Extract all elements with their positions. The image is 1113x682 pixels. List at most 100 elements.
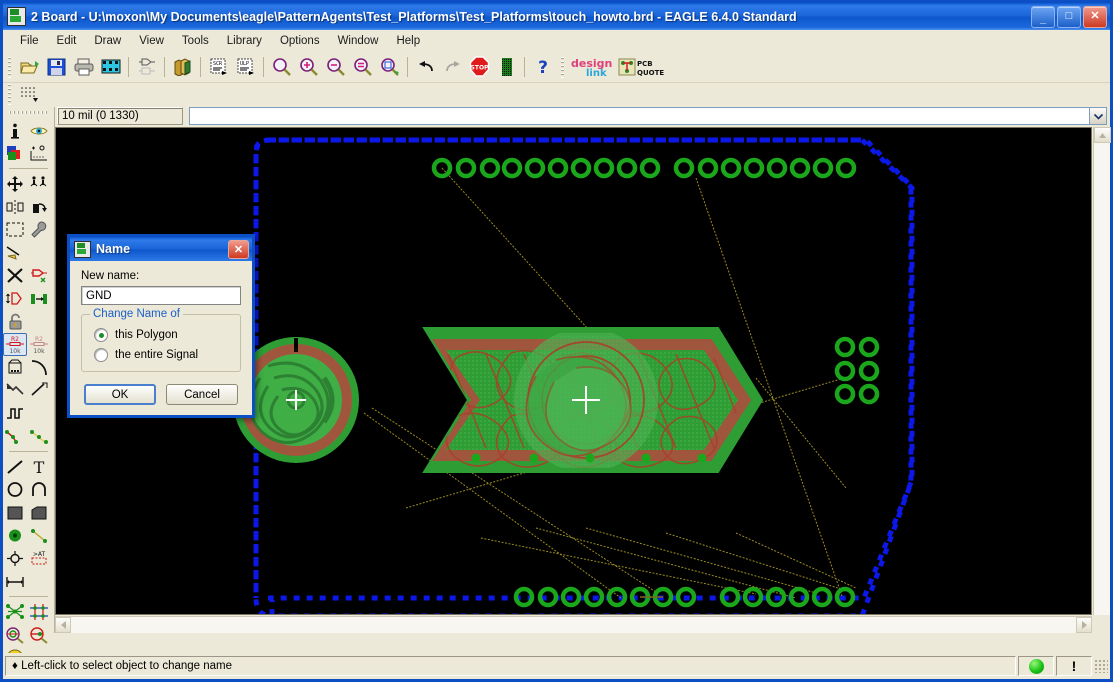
menu-item-window[interactable]: Window: [329, 33, 388, 49]
scroll-right-button[interactable]: [1076, 617, 1092, 633]
vertical-scrollbar[interactable]: [1093, 127, 1111, 615]
param-grip[interactable]: [6, 83, 13, 105]
name-dialog[interactable]: Name ✕ New name: GND Change Name of this…: [67, 234, 255, 418]
polygon-icon[interactable]: [27, 501, 51, 524]
via-icon[interactable]: [3, 524, 27, 547]
open-icon[interactable]: [17, 55, 42, 79]
menu-item-library[interactable]: Library: [218, 33, 271, 49]
display-layers-icon[interactable]: [3, 142, 27, 165]
toolbar-grip-2[interactable]: [559, 55, 566, 78]
circle-icon[interactable]: [3, 478, 27, 501]
erc-icon[interactable]: [27, 623, 51, 646]
mark-icon[interactable]: [27, 142, 51, 165]
menu-bar: File Edit Draw View Tools Library Option…: [3, 30, 1110, 51]
close-button[interactable]: ✕: [1083, 5, 1107, 28]
optimize-icon[interactable]: [27, 379, 51, 402]
radio-entire-signal[interactable]: the entire Signal: [94, 348, 232, 362]
zoom-out-icon[interactable]: [323, 55, 348, 79]
library-icon[interactable]: [170, 55, 195, 79]
cancel-button[interactable]: Cancel: [166, 384, 238, 405]
grid-icon[interactable]: [17, 82, 42, 106]
change-select-icon[interactable]: [3, 218, 27, 241]
hole-icon[interactable]: [3, 547, 27, 570]
designlink-button[interactable]: design link: [570, 55, 616, 79]
redo-icon[interactable]: [440, 55, 465, 79]
route-icon[interactable]: [3, 402, 27, 425]
rect-icon[interactable]: [3, 501, 27, 524]
print-icon[interactable]: [71, 55, 96, 79]
ok-button[interactable]: OK: [84, 384, 156, 405]
zoom-redraw-icon[interactable]: [350, 55, 375, 79]
menu-item-view[interactable]: View: [130, 33, 173, 49]
undo-icon[interactable]: [413, 55, 438, 79]
maximize-button[interactable]: □: [1057, 5, 1081, 28]
drc-icon[interactable]: [3, 623, 27, 646]
cut-icon[interactable]: [3, 241, 27, 264]
help-icon[interactable]: ?: [530, 55, 555, 79]
split-icon[interactable]: [3, 379, 27, 402]
scroll-up-button[interactable]: [1094, 127, 1111, 143]
dimension-icon[interactable]: [3, 570, 27, 593]
horizontal-scrollbar[interactable]: [55, 616, 1092, 633]
toolbar-grip[interactable]: [6, 55, 13, 78]
radio-this-polygon[interactable]: this Polygon: [94, 328, 232, 342]
delete-icon[interactable]: [3, 264, 27, 287]
menu-item-file[interactable]: File: [11, 33, 48, 49]
show-icon[interactable]: [27, 119, 51, 142]
zoom-select-icon[interactable]: [377, 55, 402, 79]
status-alert-cell[interactable]: !: [1056, 656, 1092, 676]
switch-to-schematic-icon[interactable]: [134, 55, 159, 79]
ratsnest-icon[interactable]: [494, 55, 519, 79]
script-icon[interactable]: SCR: [206, 55, 231, 79]
pinswap-icon[interactable]: [3, 287, 27, 310]
menu-item-help[interactable]: Help: [387, 33, 429, 49]
autorouter-icon[interactable]: [27, 600, 51, 623]
stop-icon[interactable]: STOP: [467, 55, 492, 79]
add-part-icon[interactable]: [27, 264, 51, 287]
dialog-close-button[interactable]: ✕: [228, 239, 249, 259]
signal-icon[interactable]: [27, 524, 51, 547]
replace-icon[interactable]: [27, 287, 51, 310]
polygon-ground-plane[interactable]: [422, 327, 764, 473]
new-name-input[interactable]: GND: [81, 286, 241, 305]
radio-button-selected-icon[interactable]: [94, 328, 108, 342]
cam-processor-icon[interactable]: [98, 55, 123, 79]
minimize-button[interactable]: _: [1031, 5, 1055, 28]
svg-text:T: T: [34, 458, 45, 475]
menu-item-draw[interactable]: Draw: [85, 33, 130, 49]
move-icon[interactable]: [3, 172, 27, 195]
command-input[interactable]: [189, 107, 1090, 125]
radio-button-icon[interactable]: [94, 348, 108, 362]
save-icon[interactable]: [44, 55, 69, 79]
zoom-in-icon[interactable]: [296, 55, 321, 79]
resize-grip[interactable]: [1094, 659, 1108, 673]
change-icon[interactable]: [27, 218, 51, 241]
scroll-left-button[interactable]: [55, 617, 71, 633]
info-icon[interactable]: [3, 119, 27, 142]
svg-text:QUOTE: QUOTE: [637, 69, 664, 77]
smash-icon[interactable]: [3, 356, 27, 379]
left-toolbar-grip[interactable]: [9, 109, 48, 117]
arc-icon[interactable]: [27, 478, 51, 501]
group-icon[interactable]: [27, 172, 51, 195]
line-icon[interactable]: [3, 455, 27, 478]
value-icon[interactable]: R2 10k: [27, 333, 51, 356]
mirror-icon[interactable]: [3, 195, 27, 218]
ratsnest-tool-icon[interactable]: [3, 600, 27, 623]
name-icon[interactable]: R2 10k: [3, 333, 27, 356]
menu-item-tools[interactable]: Tools: [173, 33, 218, 49]
menu-item-edit[interactable]: Edit: [48, 33, 86, 49]
pcbquote-button[interactable]: PCB QUOTE: [618, 55, 674, 79]
menu-item-options[interactable]: Options: [271, 33, 329, 49]
ripup-icon[interactable]: [3, 425, 27, 448]
wire-icon[interactable]: [27, 425, 51, 448]
radio-entire-signal-label: the entire Signal: [115, 349, 199, 361]
zoom-fit-icon[interactable]: [269, 55, 294, 79]
ulp-icon[interactable]: ULP: [233, 55, 258, 79]
rotate-icon[interactable]: [27, 195, 51, 218]
text-icon[interactable]: T: [27, 455, 51, 478]
command-history-dropdown[interactable]: [1090, 107, 1107, 125]
lock-icon[interactable]: [3, 310, 27, 333]
attribute-icon[interactable]: >AT: [27, 547, 51, 570]
miter-icon[interactable]: [27, 356, 51, 379]
